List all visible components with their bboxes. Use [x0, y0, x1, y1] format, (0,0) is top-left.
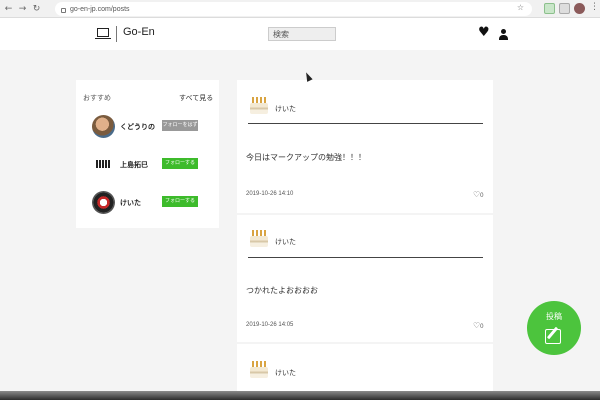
- heart-icon[interactable]: ♥: [478, 26, 490, 40]
- recommend-user-row: くどうりの フォローをはずす: [76, 115, 219, 147]
- logo-text[interactable]: Go-En: [123, 26, 155, 38]
- avatar[interactable]: [249, 97, 269, 115]
- laptop-icon[interactable]: [95, 28, 111, 39]
- recommend-panel: おすすめ すべて見る くどうりの フォローをはずす 上島拓巳 フォローする けい…: [76, 80, 219, 228]
- unfollow-button[interactable]: フォローをはずす: [162, 120, 198, 139]
- post-card[interactable]: けいた 今日はマークアップの勉強！！！ 2019-10-26 14:10 ♡0: [237, 80, 493, 213]
- edit-icon: [545, 329, 561, 344]
- star-icon[interactable]: ☆: [517, 3, 524, 12]
- dots-vertical-icon[interactable]: ⋮: [590, 2, 599, 12]
- url-text: go-en-jp.com/posts: [70, 5, 130, 13]
- post-user-name[interactable]: けいた: [275, 104, 296, 114]
- logo-divider: [116, 26, 117, 42]
- user-name[interactable]: くどうりの: [120, 122, 155, 132]
- arrow-left-icon[interactable]: ←: [3, 2, 14, 16]
- post-card[interactable]: けいた つかれたよおおおお 2019-10-26 14:05 ♡0: [237, 215, 493, 342]
- post-text: つかれたよおおおお: [246, 286, 318, 295]
- post-user-name[interactable]: けいた: [275, 237, 296, 247]
- avatar[interactable]: [92, 153, 115, 176]
- lock-icon: [61, 7, 66, 13]
- profile-avatar-icon[interactable]: [574, 3, 585, 14]
- user-name[interactable]: 上島拓巳: [120, 160, 148, 170]
- like-count: 0: [480, 193, 484, 199]
- address-bar[interactable]: go-en-jp.com/posts ☆: [55, 2, 532, 16]
- recommend-title: おすすめ: [83, 94, 111, 102]
- like-count: 0: [480, 324, 484, 330]
- like-button[interactable]: ♡0: [473, 321, 484, 330]
- divider: [248, 257, 483, 258]
- avatar[interactable]: [92, 191, 115, 214]
- site-header: Go-En ♥: [0, 18, 600, 50]
- follow-button[interactable]: フォローする: [162, 196, 198, 207]
- like-button[interactable]: ♡0: [473, 190, 484, 199]
- avatar[interactable]: [249, 361, 269, 379]
- search-input[interactable]: [268, 27, 336, 41]
- extension-icon[interactable]: [544, 3, 555, 14]
- post-text: 今日はマークアップの勉強！！！: [246, 153, 366, 162]
- recommend-user-row: 上島拓巳 フォローする: [76, 153, 219, 185]
- user-name[interactable]: けいた: [120, 198, 141, 208]
- post-date: 2019-10-26 14:10: [246, 191, 294, 197]
- post-date: 2019-10-26 14:05: [246, 322, 294, 328]
- recommend-user-row: けいた フォローする: [76, 191, 219, 223]
- avatar[interactable]: [249, 230, 269, 248]
- new-post-label: 投稿: [546, 312, 562, 321]
- see-all-link[interactable]: すべて見る: [179, 93, 213, 103]
- post-user-name[interactable]: けいた: [275, 368, 296, 378]
- follow-button[interactable]: フォローする: [162, 158, 198, 169]
- avatar[interactable]: [92, 115, 115, 138]
- reload-icon[interactable]: ↻: [31, 2, 42, 16]
- browser-toolbar: ← → ↻ go-en-jp.com/posts ☆ ⋮: [0, 0, 600, 18]
- arrow-right-icon[interactable]: →: [17, 2, 28, 16]
- extension-icon[interactable]: [559, 3, 570, 14]
- bottom-strip: [0, 391, 600, 400]
- user-icon[interactable]: [499, 29, 508, 40]
- new-post-button[interactable]: 投稿: [527, 301, 581, 355]
- divider: [248, 123, 483, 124]
